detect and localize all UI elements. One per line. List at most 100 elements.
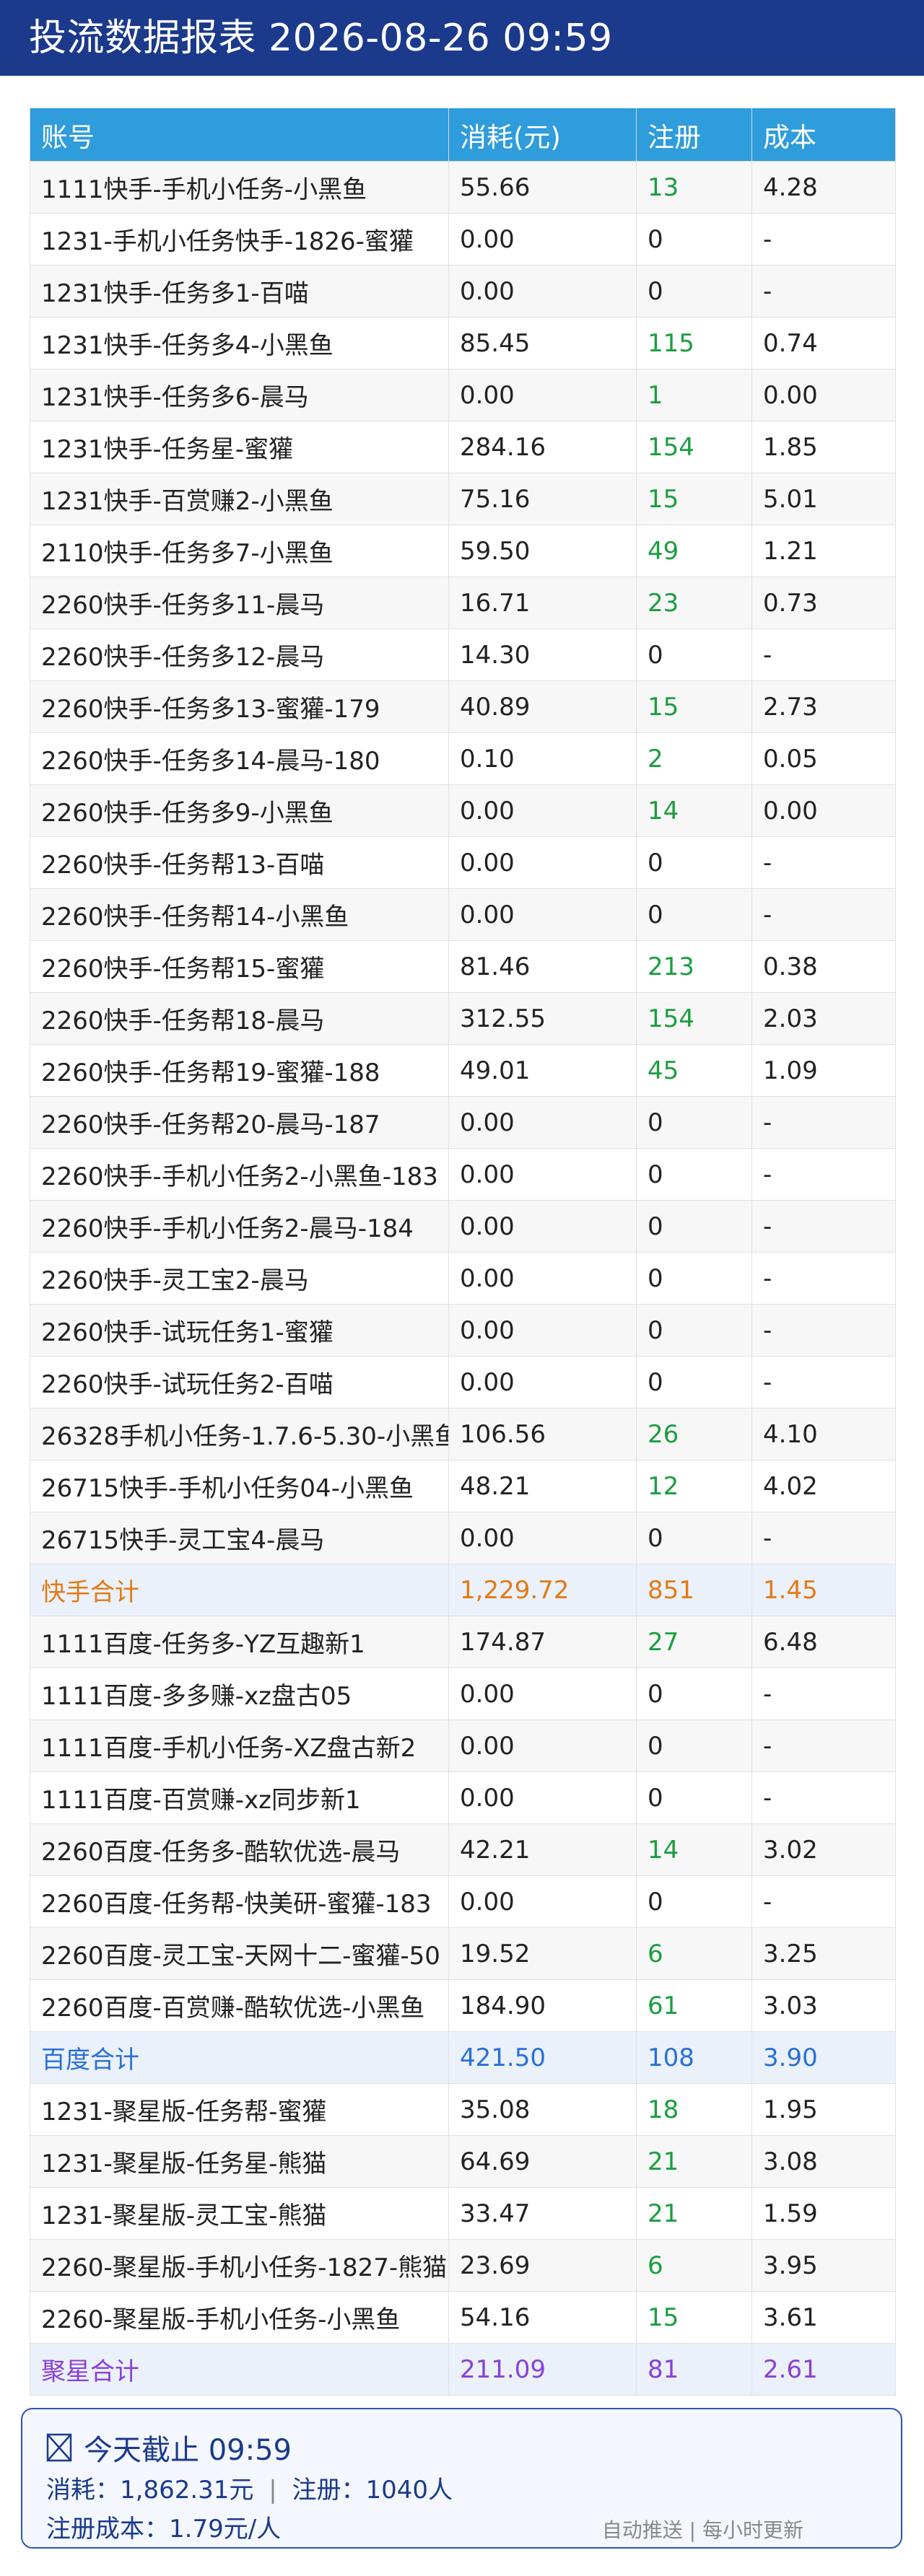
cell-spend: 0.00 xyxy=(448,369,637,421)
cell-registrations: 1 xyxy=(636,369,752,421)
cell-account: 2260快手-任务多13-蜜獾-179 xyxy=(30,680,449,733)
cell-account: 1111快手-手机小任务-小黑鱼 xyxy=(30,161,449,214)
table-row: 2260百度-任务帮-快美研-蜜獾-183 0.00 0- xyxy=(30,1875,896,1928)
cell-registrations: 15 xyxy=(636,473,752,525)
cell-spend: 0.00 xyxy=(448,1304,637,1357)
table-row: 1231-聚星版-灵工宝-熊猫 33.47 21 1.59 xyxy=(30,2187,896,2240)
daily-summary-card: 今天截止 09:59 消耗：1,862.31元 | 注册：1040人 注册成本：… xyxy=(21,2408,902,2549)
cell-spend: 106.56 xyxy=(448,1408,637,1460)
cell-cost: 0.73 xyxy=(751,577,896,629)
cell-registrations: 0 xyxy=(636,1668,752,1720)
table-row: 1231-聚星版-任务帮-蜜獾 35.08 18 1.95 xyxy=(30,2083,896,2136)
cell-registrations: 154 xyxy=(636,992,752,1045)
cell-account: 2260快手-任务帮14-小黑鱼 xyxy=(30,888,449,941)
hourglass-icon xyxy=(46,2433,72,2462)
table-row: 26715快手-手机小任务04-小黑鱼 48.21 12 4.02 xyxy=(30,1460,896,1512)
cell-account: 1231-手机小任务快手-1826-蜜獾 xyxy=(30,213,449,266)
cell-cost: - xyxy=(751,1096,896,1149)
cell-account: 2260百度-灵工宝-天网十二-蜜獾-50 xyxy=(30,1927,449,1980)
report-title: 投流数据报表 2026-08-26 09:59 xyxy=(29,16,613,60)
table-row: 2260快手-试玩任务1-蜜獾 0.00 0- xyxy=(30,1304,896,1357)
table-row: 2260快手-手机小任务2-小黑鱼-183 0.00 0- xyxy=(30,1148,896,1201)
cell-account: 2260快手-任务帮19-蜜獾-188 xyxy=(30,1044,449,1097)
table-row: 2260快手-任务多14-晨马-180 0.10 2 0.05 xyxy=(30,732,896,785)
table-row: 2260百度-百赏赚-酷软优选-小黑鱼 184.90 61 3.03 xyxy=(30,1979,896,2032)
cell-registrations: 26 xyxy=(636,1408,752,1460)
table-row: 2260快手-任务多13-蜜獾-179 40.89 15 2.73 xyxy=(30,680,896,733)
report-table-container: 账号 消耗(元) 注册 成本 1111快手-手机小任务-小黑鱼 55.66 13 4.… xyxy=(30,108,896,2396)
cell-spend: 1,229.72 xyxy=(448,1564,637,1616)
cell-account: 2260百度-任务帮-快美研-蜜獾-183 xyxy=(30,1875,449,1928)
cell-spend: 64.69 xyxy=(448,2135,637,2188)
cell-account: 2260快手-手机小任务2-晨马-184 xyxy=(30,1200,449,1253)
cell-cost: - xyxy=(751,213,896,266)
cell-account: 2260快手-灵工宝2-晨马 xyxy=(30,1252,449,1305)
cell-account: 2260快手-任务帮15-蜜獾 xyxy=(30,940,449,993)
cell-cost: 6.48 xyxy=(751,1616,896,1668)
table-row: 2260-聚星版-手机小任务-小黑鱼 54.16 15 3.61 xyxy=(30,2291,896,2344)
summary-spend: 消耗：1,862.31元 xyxy=(46,2476,254,2505)
cell-cost: 0.05 xyxy=(751,732,896,785)
cell-account: 2260快手-任务帮18-晨马 xyxy=(30,992,449,1045)
cell-cost: - xyxy=(751,1875,896,1928)
cell-account: 2260快手-任务帮20-晨马-187 xyxy=(30,1096,449,1149)
cell-cost: - xyxy=(751,1719,896,1772)
cell-spend: 312.55 xyxy=(448,992,637,1045)
cell-spend: 0.00 xyxy=(448,1719,637,1772)
cell-cost: 3.95 xyxy=(751,2239,896,2292)
table-row: 1231快手-任务多4-小黑鱼 85.45 115 0.74 xyxy=(30,317,896,369)
cell-registrations: 0 xyxy=(636,888,752,941)
summary-title-text: 今天截止 09:59 xyxy=(84,2434,292,2467)
table-row: 2260快手-任务多12-晨马 14.30 0- xyxy=(30,628,896,681)
column-header-spend: 消耗(元) xyxy=(448,108,637,162)
cell-registrations: 21 xyxy=(636,2187,752,2240)
cell-registrations: 0 xyxy=(636,836,752,889)
cell-cost: - xyxy=(751,1356,896,1409)
cell-registrations: 0 xyxy=(636,265,752,317)
cell-account: 2260百度-百赏赚-酷软优选-小黑鱼 xyxy=(30,1979,449,2032)
cell-spend: 42.21 xyxy=(448,1823,637,1876)
cell-spend: 0.00 xyxy=(448,1668,637,1720)
table-row: 2260-聚星版-手机小任务-1827-熊猫 23.69 6 3.95 xyxy=(30,2239,896,2292)
column-header-registrations: 注册 xyxy=(636,108,752,162)
cell-cost: 3.25 xyxy=(751,1927,896,1980)
cell-registrations: 2 xyxy=(636,732,752,785)
cell-cost: 0.00 xyxy=(751,784,896,837)
cell-registrations: 0 xyxy=(636,1304,752,1357)
cell-registrations: 0 xyxy=(636,1096,752,1149)
cell-spend: 40.89 xyxy=(448,680,637,733)
table-row: 1111百度-任务多-YZ互趣新1 174.87 27 6.48 xyxy=(30,1616,896,1668)
cell-account: 26328手机小任务-1.7.6-5.30-小黑鱼 xyxy=(30,1408,449,1460)
cell-spend: 14.30 xyxy=(448,628,637,681)
cell-spend: 0.00 xyxy=(448,213,637,266)
cell-registrations: 45 xyxy=(636,1044,752,1097)
table-row: 1231快手-任务多6-晨马 0.00 1 0.00 xyxy=(30,369,896,421)
summary-title: 今天截止 09:59 xyxy=(46,2427,292,2468)
cell-spend: 23.69 xyxy=(448,2239,637,2292)
cell-account: 26715快手-灵工宝4-晨马 xyxy=(30,1512,449,1564)
cell-registrations: 154 xyxy=(636,421,752,473)
cell-cost: - xyxy=(751,836,896,889)
report-table: 账号 消耗(元) 注册 成本 1111快手-手机小任务-小黑鱼 55.66 13 4.… xyxy=(30,108,896,2396)
column-header-account: 账号 xyxy=(30,108,449,162)
cell-registrations: 0 xyxy=(636,1252,752,1305)
cell-spend: 0.00 xyxy=(448,1252,637,1305)
cell-registrations: 6 xyxy=(636,1927,752,1980)
cell-account: 1231快手-任务多6-晨马 xyxy=(30,369,449,421)
cell-registrations: 213 xyxy=(636,940,752,993)
cell-spend: 0.00 xyxy=(448,888,637,941)
cell-registrations: 0 xyxy=(636,628,752,681)
cell-registrations: 14 xyxy=(636,784,752,837)
cell-cost: 2.73 xyxy=(751,680,896,733)
cell-registrations: 0 xyxy=(636,1148,752,1201)
cell-account: 1111百度-任务多-YZ互趣新1 xyxy=(30,1616,449,1668)
cell-spend: 33.47 xyxy=(448,2187,637,2240)
table-row: 2260快手-任务多11-晨马 16.71 23 0.73 xyxy=(30,577,896,629)
table-row: 1111快手-手机小任务-小黑鱼 55.66 13 4.28 xyxy=(30,161,896,214)
summary-row-baidu: 百度合计 421.50 108 3.90 xyxy=(30,2031,896,2084)
cell-account: 26715快手-手机小任务04-小黑鱼 xyxy=(30,1460,449,1512)
cell-account: 2260快手-试玩任务2-百喵 xyxy=(30,1356,449,1409)
cell-cost: - xyxy=(751,1771,896,1824)
cell-cost: 1.45 xyxy=(751,1564,896,1616)
cell-spend: 75.16 xyxy=(448,473,637,525)
